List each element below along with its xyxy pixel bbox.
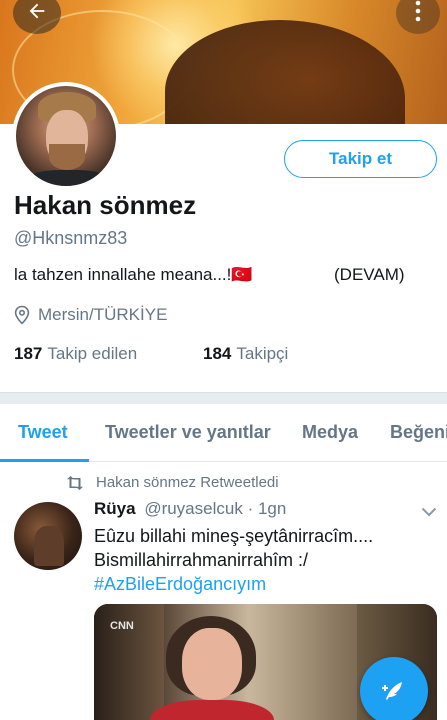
profile-bio: la tahzen innallahe meana...!🇹🇷 (DEVAM) — [14, 265, 424, 285]
following-label: Takip edilen — [47, 344, 138, 363]
followers-label: Takipçi — [236, 344, 289, 363]
avatar-beard — [49, 144, 85, 170]
tweet-author-handle[interactable]: @ruyaselcuk — [144, 499, 243, 518]
avatar-figure — [34, 526, 64, 566]
followers-stat[interactable]: 184 Takipçi — [203, 344, 288, 364]
bio-more-text: (DEVAM) — [334, 265, 405, 284]
profile-location: Mersin/TÜRKİYE — [14, 305, 167, 325]
active-tab-indicator — [0, 459, 89, 462]
followers-count: 184 — [203, 344, 232, 363]
tweet-author-avatar[interactable] — [14, 502, 82, 570]
media-person-face — [182, 628, 242, 700]
location-text: Mersin/TÜRKİYE — [38, 305, 168, 324]
follow-button[interactable]: Takip et — [284, 140, 437, 178]
compose-feather-icon — [379, 676, 409, 706]
compose-tweet-button[interactable] — [360, 657, 428, 720]
media-person-body — [150, 700, 274, 720]
tab-tweet[interactable]: Tweet — [18, 422, 68, 443]
tweet-line-1: Eûzu billahi mineş-şeytânirracîm.... — [94, 526, 374, 546]
tab-likes[interactable]: Beğeni — [390, 422, 447, 443]
arrow-left-icon — [26, 0, 48, 27]
tweet-time: 1gn — [257, 499, 287, 518]
tweet-author-name[interactable]: Rüya — [94, 499, 136, 518]
tweet-body: Eûzu billahi mineş-şeytânirracîm.... Bis… — [94, 524, 434, 596]
more-vertical-icon — [414, 0, 422, 27]
section-divider — [0, 392, 447, 404]
bio-text: la tahzen innallahe meana...!🇹🇷 — [14, 265, 253, 284]
tweet-separator: · — [247, 499, 254, 518]
retweet-context: Hakan sönmez Retweetledi — [66, 474, 279, 491]
media-brand-logo: CNN — [110, 620, 134, 632]
following-stat[interactable]: 187 Takip edilen — [14, 344, 203, 364]
retweet-label: Hakan sönmez Retweetledi — [96, 474, 279, 491]
chevron-down-icon — [421, 504, 437, 521]
avatar-shirt — [24, 170, 112, 186]
tweet-header: Rüya @ruyaselcuk · 1gn — [94, 499, 286, 519]
tab-media[interactable]: Medya — [302, 422, 358, 443]
location-pin-icon — [14, 305, 30, 325]
profile-avatar[interactable] — [12, 82, 120, 190]
profile-tabs: Tweet Tweetler ve yanıtlar Medya Beğeni — [0, 404, 447, 462]
retweet-icon — [66, 475, 84, 490]
following-count: 187 — [14, 344, 43, 363]
profile-name: Hakan sönmez — [14, 190, 197, 220]
tweet-menu-button[interactable] — [421, 504, 437, 522]
tweet-hashtag-link[interactable]: #AzBileErdoğancıyım — [94, 572, 434, 596]
tab-tweets-and-replies[interactable]: Tweetler ve yanıtlar — [105, 422, 271, 443]
tweet-line-2: Bismillahirrahmanirrahîm :/ — [94, 550, 309, 570]
profile-handle: @Hknsnmz83 — [14, 228, 128, 248]
profile-stats: 187 Takip edilen 184 Takipçi — [14, 344, 288, 364]
